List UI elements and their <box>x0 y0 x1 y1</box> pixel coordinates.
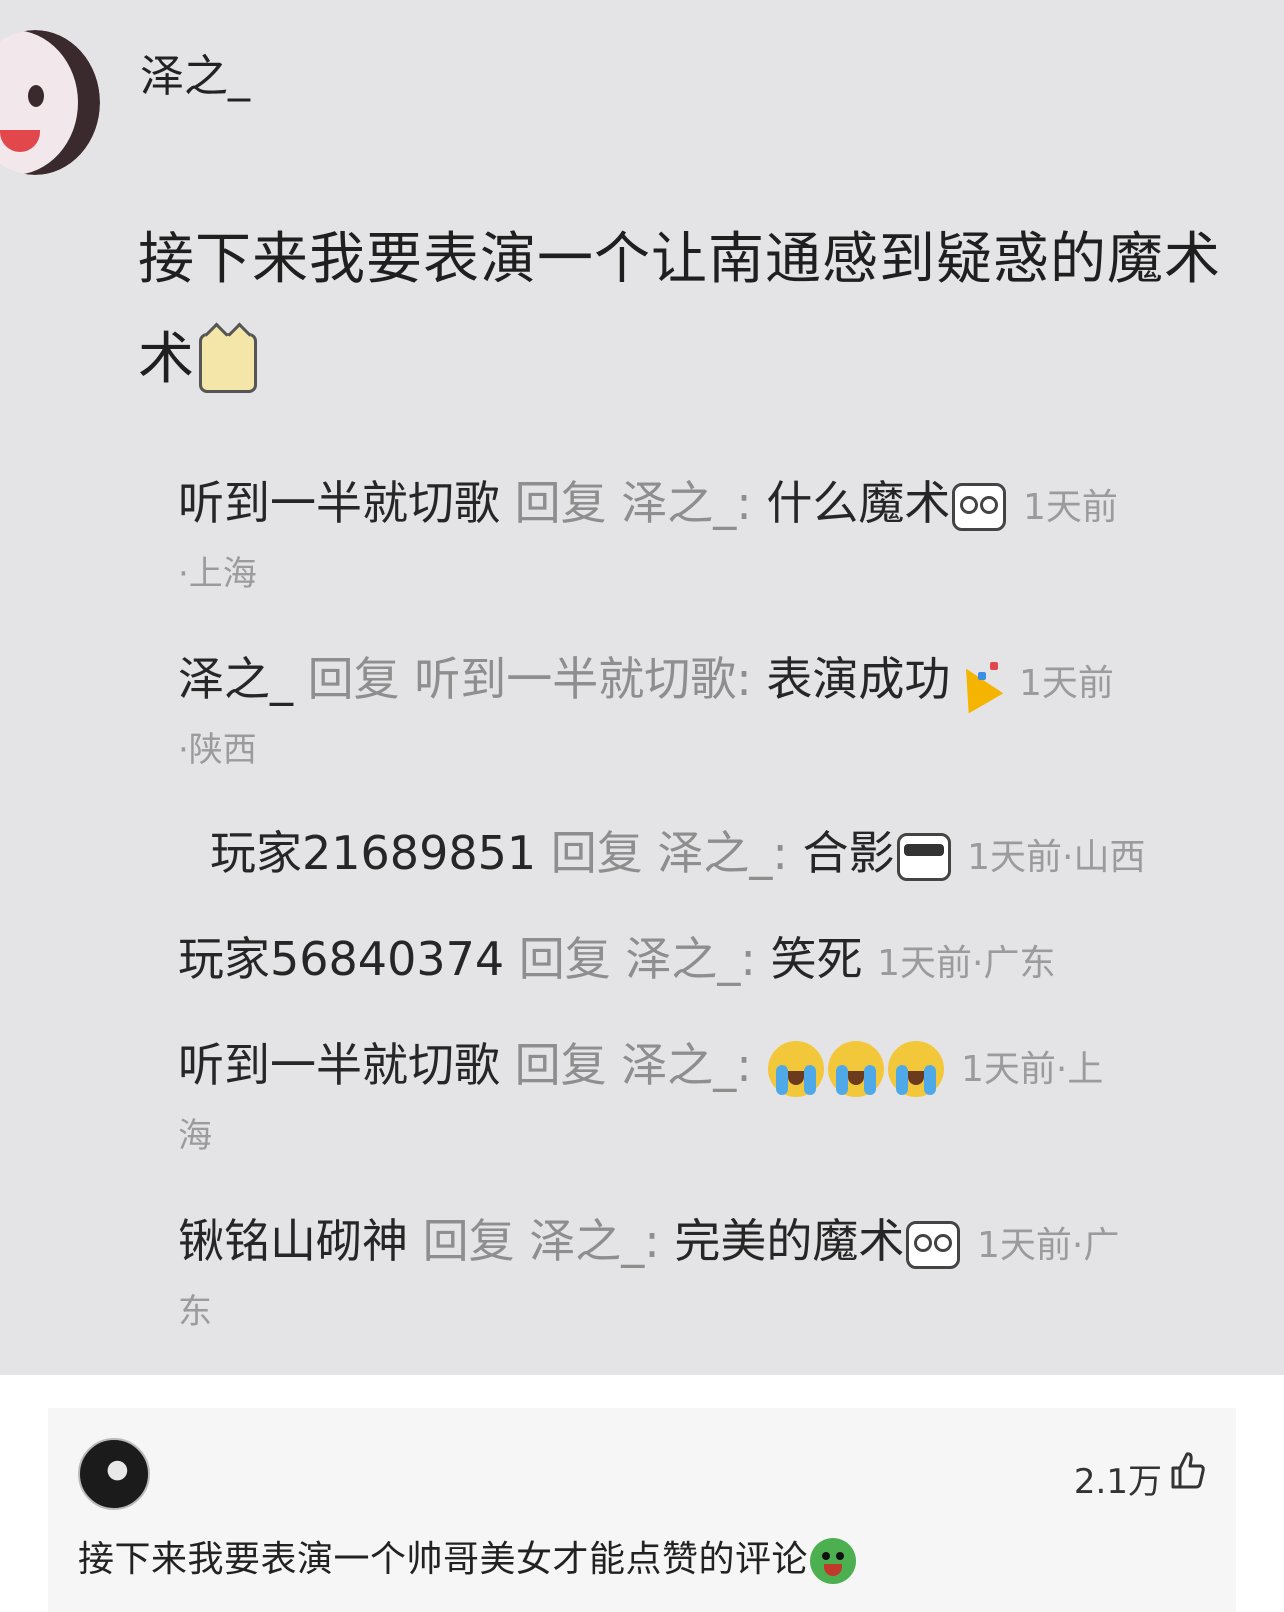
reply-location: 东 <box>178 1292 212 1332</box>
post-text-content: 接下来我要表演一个让南通感到疑惑的魔术 <box>138 227 1221 292</box>
party-emoji-icon <box>949 658 1004 713</box>
thumbs-up-icon[interactable] <box>1170 1450 1206 1490</box>
reply-target[interactable]: 泽之_: <box>625 932 756 986</box>
reply-text: 什么魔术 <box>766 476 951 530</box>
comment-text: 接下来我要表演一个帅哥美女才能点赞的评论 <box>78 1530 857 1584</box>
reply-item[interactable]: 玩家21689851 回复 泽之_: 合影 1天前·山西 <box>210 812 1284 899</box>
reply-target[interactable]: 泽之_: <box>621 1038 752 1092</box>
sunglasses-emoji-icon <box>896 832 951 881</box>
reply-user[interactable]: 泽之_ <box>178 652 293 706</box>
cat-emoji-icon <box>199 332 257 393</box>
reply-word: 回复 <box>422 1214 515 1268</box>
reply-word: 回复 <box>514 476 607 530</box>
reply-item[interactable]: 泽之_ 回复 听到一半就切歌: 表演成功 1天前 ·陕西 <box>178 638 1258 775</box>
reply-time: 1天前 <box>1023 487 1118 528</box>
reply-text: 表演成功 <box>766 652 951 706</box>
avatar[interactable] <box>78 1438 150 1510</box>
reply-target[interactable]: 听到一半就切歌: <box>414 652 752 706</box>
reply-item[interactable]: 听到一半就切歌 回复 泽之_: 1天前·上 海 <box>178 1024 1258 1161</box>
reply-time: 1天前·广 <box>977 1225 1120 1266</box>
glasses-emoji-icon <box>952 482 1007 531</box>
reply-word: 回复 <box>518 932 611 986</box>
reply-user[interactable]: 听到一半就切歌 <box>178 1038 500 1092</box>
reply-user[interactable]: 锹铭山砌神 <box>178 1214 408 1268</box>
laugh-cry-emoji-icon <box>906 1220 961 1269</box>
reply-text: 合影 <box>802 826 895 880</box>
reply-word: 回复 <box>307 652 400 706</box>
reply-time: 1天前·广东 <box>877 943 1056 984</box>
reply-word: 回复 <box>550 826 643 880</box>
reply-target[interactable]: 泽之_: <box>529 1214 660 1268</box>
crying-emoji-icon <box>828 1040 885 1097</box>
reply-location: ·陕西 <box>178 730 257 770</box>
reply-word: 回复 <box>514 1038 607 1092</box>
comment-text-content: 接下来我要表演一个帅哥美女才能点赞的评论 <box>78 1539 809 1580</box>
reply-target[interactable]: 泽之_: <box>657 826 788 880</box>
post-text-tail: 术 <box>138 327 195 392</box>
post-author[interactable]: 泽之_ <box>140 40 250 104</box>
avatar[interactable] <box>0 30 100 175</box>
melon-emoji-icon <box>810 1538 857 1584</box>
reply-user[interactable]: 玩家21689851 <box>210 826 536 880</box>
reply-time: 1天前·上 <box>961 1049 1104 1090</box>
reply-text: 完美的魔术 <box>674 1214 905 1268</box>
reply-target[interactable]: 泽之_: <box>621 476 752 530</box>
reply-time: 1天前 <box>1019 663 1114 704</box>
reply-item[interactable]: 玩家56840374 回复 泽之_: 笑死 1天前·广东 <box>178 918 1258 1005</box>
reply-location: ·上海 <box>178 554 257 594</box>
comment-card: 2.1万 接下来我要表演一个帅哥美女才能点赞的评论 <box>48 1408 1236 1612</box>
like-count: 2.1万 <box>1073 1462 1162 1502</box>
post-text: 接下来我要表演一个让南通感到疑惑的魔术术 <box>138 210 1258 410</box>
crying-emoji-icon <box>888 1040 945 1097</box>
reply-location: 海 <box>178 1116 212 1156</box>
reply-item[interactable]: 听到一半就切歌 回复 泽之_: 什么魔术 1天前 ·上海 <box>178 462 1258 599</box>
reply-user[interactable]: 听到一半就切歌 <box>178 476 500 530</box>
reply-item[interactable]: 锹铭山砌神 回复 泽之_: 完美的魔术 1天前·广 东 <box>178 1200 1258 1337</box>
reply-time: 1天前·山西 <box>967 837 1146 878</box>
reply-user[interactable]: 玩家56840374 <box>178 932 504 986</box>
reply-text: 笑死 <box>770 932 863 986</box>
screenshot-image: 泽之_ 接下来我要表演一个让南通感到疑惑的魔术术 听到一半就切歌 回复 泽之_:… <box>0 0 1284 1375</box>
crying-emoji-icon <box>768 1040 825 1097</box>
